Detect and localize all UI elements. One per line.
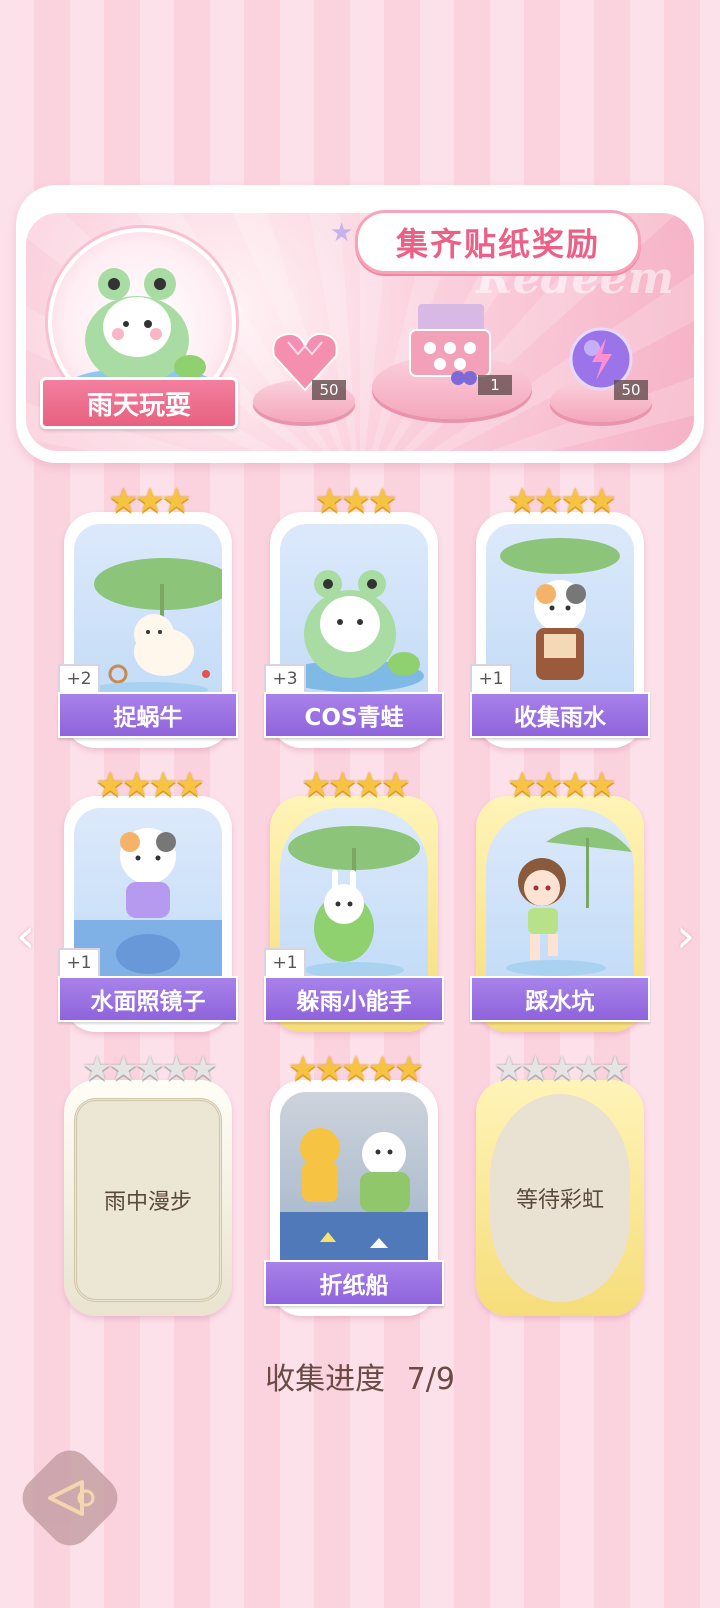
- progress-label: 收集进度: [265, 1362, 386, 1397]
- sticker-card[interactable]: ★★★ +3 COS青蛙: [264, 484, 444, 748]
- sticker-card[interactable]: ★★★★ +1 收集雨水: [470, 484, 650, 748]
- gift-box-icon[interactable]: [404, 300, 496, 386]
- reward-count: 50: [312, 380, 346, 400]
- star-rating: ★★★: [314, 481, 397, 521]
- sticker-name: 水面照镜子: [58, 976, 238, 1022]
- sticker-name: 折纸船: [264, 1260, 444, 1306]
- sticker-art: [486, 808, 634, 984]
- sticker-card[interactable]: ★★★★ +1 躲雨小能手: [264, 768, 444, 1032]
- sticker-card[interactable]: ★★★ +2 捉蜗牛: [58, 484, 238, 748]
- reward-count: 50: [614, 380, 648, 400]
- theme-label: 雨天玩耍: [40, 377, 238, 429]
- previous-page-arrow-icon[interactable]: ‹: [16, 908, 35, 964]
- star-rating: ★★★★: [507, 481, 617, 521]
- star-rating: ★★★★: [507, 765, 617, 805]
- star-rating: ★★★★: [301, 765, 411, 805]
- back-arrow-icon: [48, 1480, 95, 1516]
- star-rating: ★★★★★: [493, 1049, 630, 1089]
- star-rating: ★★★★: [95, 765, 205, 805]
- banner-title: 集齐贴纸奖励: [355, 210, 641, 274]
- bonus-badge: +1: [264, 948, 306, 978]
- sticker-name: 踩水坑: [470, 976, 650, 1022]
- sticker-card[interactable]: ★★★★ 踩水坑: [470, 768, 650, 1032]
- progress-value: 7/9: [406, 1362, 455, 1397]
- bonus-badge: +2: [58, 664, 100, 694]
- star-rating: ★★★: [108, 481, 191, 521]
- bonus-badge: +3: [264, 664, 306, 694]
- back-button[interactable]: [13, 1441, 127, 1555]
- sticker-name: COS青蛙: [264, 692, 444, 738]
- locked-sticker-name: 等待彩虹: [490, 1094, 630, 1302]
- sticker-card[interactable]: ★★★★★ 折纸船: [264, 1052, 444, 1316]
- sticker-card-locked[interactable]: ★★★★★ 等待彩虹: [476, 1052, 644, 1316]
- sticker-name: 捉蜗牛: [58, 692, 238, 738]
- next-page-arrow-icon[interactable]: ›: [676, 908, 695, 964]
- locked-sticker-name: 雨中漫步: [74, 1098, 222, 1302]
- sticker-name: 收集雨水: [470, 692, 650, 738]
- star-rating: ★★★★★: [287, 1049, 424, 1089]
- reward-count: 1: [478, 375, 512, 395]
- star-rating: ★★★★★: [81, 1049, 218, 1089]
- bonus-badge: +1: [58, 948, 100, 978]
- bonus-badge: +1: [470, 664, 512, 694]
- sticker-card[interactable]: ★★★★ +1 水面照镜子: [58, 768, 238, 1032]
- sticker-name: 躲雨小能手: [264, 976, 444, 1022]
- sticker-art: [280, 1092, 428, 1268]
- purple-star-icon: ★: [330, 218, 354, 248]
- sticker-card-locked[interactable]: ★★★★★ 雨中漫步: [64, 1052, 232, 1316]
- collection-progress: 收集进度 7/9: [0, 1354, 720, 1398]
